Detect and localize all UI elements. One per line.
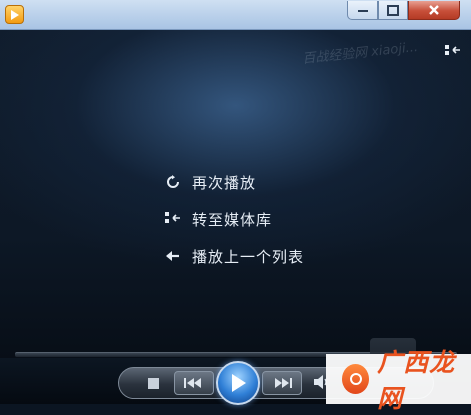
stop-icon: [147, 377, 159, 389]
play-button[interactable]: [216, 361, 260, 405]
previous-icon: [184, 378, 201, 388]
next-icon: [275, 378, 292, 388]
stop-button[interactable]: [144, 374, 162, 392]
title-bar[interactable]: [0, 0, 471, 30]
menu-item-label: 转至媒体库: [192, 210, 273, 229]
previous-button[interactable]: [174, 371, 214, 395]
maximize-icon: [387, 4, 399, 16]
logo-badge-icon: [342, 364, 370, 394]
menu-item-replay[interactable]: 再次播放: [165, 171, 256, 193]
media-player-app-icon[interactable]: [5, 5, 24, 24]
video-area[interactable]: 百战经验网 xiaoji...: [0, 30, 471, 374]
menu-item-label: 播放上一个列表: [192, 247, 305, 266]
close-button[interactable]: [408, 1, 460, 20]
menu-item-library[interactable]: 转至媒体库: [165, 208, 272, 230]
menu-item-previous-list[interactable]: 播放上一个列表: [165, 245, 304, 267]
next-button[interactable]: [262, 371, 302, 395]
back-arrow-icon: [165, 248, 181, 264]
play-icon: [232, 374, 246, 392]
menu-item-label: 再次播放: [192, 173, 257, 192]
close-icon: [429, 5, 439, 15]
replay-icon: [165, 174, 181, 190]
switch-to-library-icon[interactable]: [445, 44, 461, 63]
site-logo-watermark: 广西龙网: [326, 348, 471, 413]
library-icon: [165, 211, 181, 227]
logo-text: 广西龙网: [377, 348, 456, 413]
minimize-button[interactable]: [347, 1, 378, 20]
watermark: 百战经验网 xiaoji...: [301, 39, 419, 68]
minimize-icon: [357, 10, 368, 12]
maximize-button[interactable]: [378, 1, 408, 20]
